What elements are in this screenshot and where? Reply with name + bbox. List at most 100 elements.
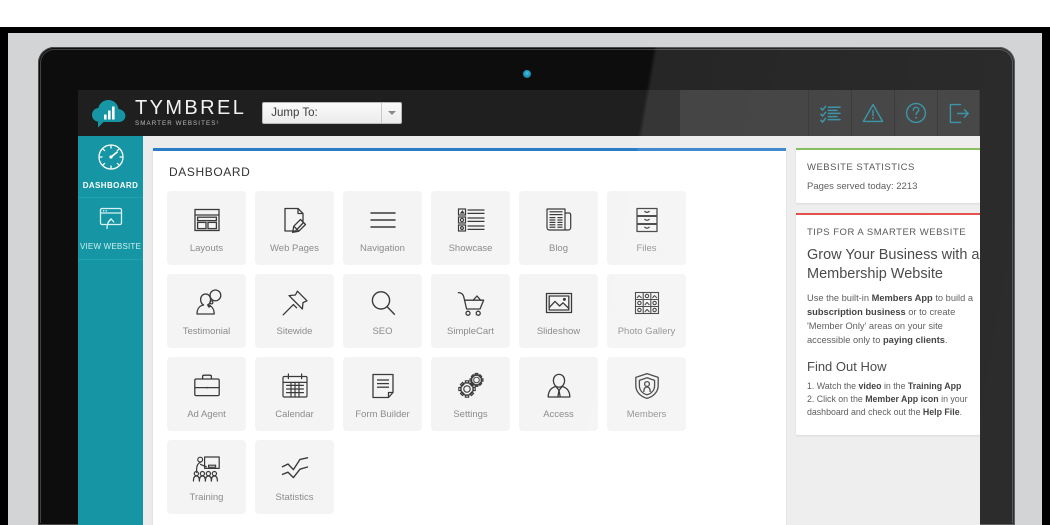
step-text: 2. Click on the [807,393,866,404]
tips-body-bold: Members App [871,293,933,304]
briefcase-icon [192,369,222,403]
tile-seo[interactable]: SEO [343,274,422,348]
tips-step-2: 2. Click on the Member App icon in your … [807,393,980,419]
tile-showcase[interactable]: Showcase [431,191,510,265]
photo-grid-icon [632,286,662,320]
tile-sitewide[interactable]: Sitewide [255,274,334,348]
calendar-icon [280,369,310,403]
step-text: 1. Watch the [807,380,859,391]
tile-calendar[interactable]: Calendar [255,357,334,431]
app-tiles-grid: Layouts Web Pages Navigation Showcase Bl… [167,191,772,514]
chevron-down-icon[interactable] [381,103,401,123]
tile-photo-gallery[interactable]: Photo Gallery [607,274,686,348]
user-tie-icon [544,369,574,403]
tile-label: Layouts [189,242,224,254]
sidebar-item-label: VIEW WEBSITE [79,242,142,251]
tips-title: Grow Your Business with a Membership Web… [807,247,980,282]
sidebar-item-dashboard[interactable]: DASHBOARD [78,136,143,198]
brand-tagline: SMARTER WEBSITES¹ [135,120,220,128]
classroom-icon [191,452,223,486]
tile-label: Showcase [448,242,493,254]
tile-statistics[interactable]: Statistics [255,440,334,514]
page-title: DASHBOARD [169,165,251,179]
layout-grid-icon [192,203,222,237]
tile-label: SEO [372,325,393,337]
tile-label: Navigation [360,242,405,254]
tile-slideshow[interactable]: Slideshow [519,274,598,348]
tile-label: Training [189,491,224,503]
warning-triangle-icon[interactable] [851,90,894,136]
laptop-frame: TYMBREL SMARTER WEBSITES¹ Jump To: DASHB… [38,47,1015,525]
newspaper-icon [544,203,574,237]
right-sidebar: WEBSITE STATISTICS Pages served today: 2… [796,148,980,525]
tips-body: Use the built-in Members App to build a … [807,291,980,348]
tile-label: Statistics [275,491,314,503]
image-frame-icon [544,286,574,320]
tile-label: Blog [548,242,568,254]
form-document-icon [368,369,398,403]
brand-logo[interactable]: TYMBREL SMARTER WEBSITES¹ [78,98,246,128]
jump-to-label: Jump To: [271,107,318,119]
tile-label: Sitewide [276,325,313,337]
line-chart-icon [280,452,310,486]
step-bold: Training App [907,380,962,391]
sidebar-item-view-website[interactable]: VIEW WEBSITE [78,198,143,260]
help-question-icon[interactable] [894,90,937,136]
cloud-bar-chart-icon [91,98,127,128]
header-icon-group [808,90,980,136]
step-bold: Help File [922,406,960,417]
tile-label: Web Pages [270,242,319,254]
tile-label: Testimonial [182,325,231,337]
tile-testimonial[interactable]: Testimonial [167,274,246,348]
checklist-icon[interactable] [808,90,851,136]
gears-icon [455,369,487,403]
tile-label: SimpleCart [447,325,494,337]
logout-icon[interactable] [937,90,980,136]
file-drawers-icon [632,203,662,237]
app-header: TYMBREL SMARTER WEBSITES¹ Jump To: [78,90,980,136]
tile-access[interactable]: Access [519,357,598,431]
tile-label: Calendar [275,408,314,420]
laptop-screen: TYMBREL SMARTER WEBSITES¹ Jump To: DASHB… [78,90,980,525]
tips-body-bold: paying clients [882,335,945,346]
tips-body-part: Use the built-in [807,293,872,304]
sidebar: DASHBOARD VIEW WEBSITE [78,136,143,525]
magnifier-icon [368,286,398,320]
tips-subheading: Find Out How [807,358,887,374]
tile-settings[interactable]: Settings [431,357,510,431]
pushpin-icon [280,286,310,320]
browser-arrow-up-icon [96,206,126,237]
speedometer-icon [97,143,125,176]
shield-user-icon [632,369,662,403]
webcam-icon [522,70,531,78]
tile-web-pages[interactable]: Web Pages [255,191,334,265]
step-text: in the [881,380,908,391]
showcase-list-icon [456,203,486,237]
tile-label: Ad Agent [187,408,226,420]
jump-to-select[interactable]: Jump To: [262,102,403,124]
tips-body-part: . [944,335,948,346]
tile-blog[interactable]: Blog [519,191,598,265]
brand-text: TYMBREL SMARTER WEBSITES¹ [135,98,246,127]
tile-form-builder[interactable]: Form Builder [343,357,422,431]
tile-label: Files [636,242,657,254]
tile-files[interactable]: Files [607,191,686,265]
tile-ad-agent[interactable]: Ad Agent [167,357,246,431]
tile-simplecart[interactable]: SimpleCart [431,274,510,348]
screenshot-root: TYMBREL SMARTER WEBSITES¹ Jump To: DASHB… [0,0,1050,525]
tile-navigation[interactable]: Navigation [343,191,422,265]
tips-body-part: to build a [932,293,974,304]
menu-lines-icon [368,203,398,237]
tile-label: Settings [453,408,488,420]
person-speech-icon [191,286,223,320]
panel-heading: TIPS FOR A SMARTER WEBSITE [807,227,967,238]
pages-served-value: Pages served today: 2213 [807,181,918,192]
tips-body-bold: subscription business [807,307,906,318]
tile-training[interactable]: Training [167,440,246,514]
step-text: . [959,406,963,417]
tile-members[interactable]: Members [607,357,686,431]
tile-label: Photo Gallery [617,325,676,337]
tile-label: Slideshow [536,325,581,337]
tile-label: Members [626,408,667,420]
tile-layouts[interactable]: Layouts [167,191,246,265]
